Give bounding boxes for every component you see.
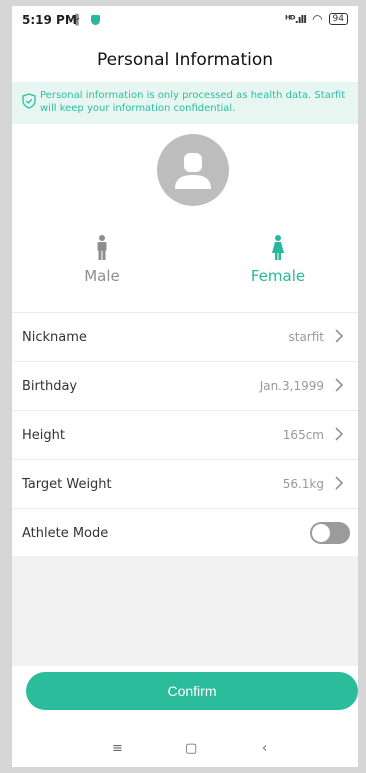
- chevron-right-icon: [335, 427, 344, 441]
- shield-check-icon: [22, 93, 36, 109]
- target-weight-value: 56.1kg: [282, 477, 324, 491]
- athlete-mode-row: Athlete Mode: [12, 508, 358, 557]
- frame-border-right: [358, 0, 366, 773]
- system-nav-bar: ≡ ▢ ‹: [12, 734, 358, 764]
- female-label: Female: [250, 267, 306, 285]
- app-screen: 5:19 PM ∦ ᴴᴰ.ıll ◠ 94 Personal Informati…: [12, 6, 358, 767]
- height-row[interactable]: Height 165cm: [12, 410, 358, 459]
- frame-border-bottom: [0, 767, 366, 773]
- battery-icon: 94: [328, 13, 348, 25]
- athlete-mode-toggle[interactable]: [310, 522, 350, 544]
- menu-icon[interactable]: ≡: [112, 741, 123, 756]
- female-icon: [272, 235, 284, 260]
- status-bar: 5:19 PM ∦ ᴴᴰ.ıll ◠ 94: [12, 6, 358, 36]
- birthday-value: Jan.3,1999: [259, 379, 324, 393]
- person-icon: [175, 153, 211, 189]
- chevron-right-icon: [335, 329, 344, 343]
- chevron-right-icon: [335, 476, 344, 490]
- male-icon: [97, 235, 107, 260]
- height-label: Height: [22, 427, 65, 443]
- shield-icon: [91, 15, 100, 25]
- back-icon[interactable]: ‹: [262, 741, 267, 756]
- target-weight-label: Target Weight: [22, 476, 112, 492]
- profile-fields: Nickname starfit Birthday Jan.3,1999 Hei…: [12, 312, 358, 557]
- device-frame: 5:19 PM ∦ ᴴᴰ.ıll ◠ 94 Personal Informati…: [0, 0, 366, 773]
- target-weight-row[interactable]: Target Weight 56.1kg: [12, 459, 358, 508]
- nickname-value: starfit: [288, 330, 324, 344]
- page-title: Personal Information: [96, 50, 274, 70]
- home-icon[interactable]: ▢: [185, 741, 197, 756]
- gender-female-option[interactable]: Female: [218, 235, 338, 285]
- privacy-notice: Personal information is only processed a…: [12, 82, 358, 124]
- frame-border-left: [0, 0, 12, 773]
- bluetooth-icon: ∦: [74, 12, 80, 26]
- male-label: Male: [84, 267, 120, 285]
- status-indicators: ᴴᴰ.ıll ◠ 94: [285, 12, 348, 26]
- avatar[interactable]: [157, 134, 229, 206]
- gender-male-option[interactable]: Male: [42, 235, 162, 285]
- birthday-row[interactable]: Birthday Jan.3,1999: [12, 361, 358, 410]
- wifi-icon: ◠: [312, 12, 323, 26]
- status-time: 5:19 PM: [22, 13, 77, 27]
- empty-area: [12, 556, 358, 666]
- nickname-row[interactable]: Nickname starfit: [12, 312, 358, 361]
- nickname-label: Nickname: [22, 329, 87, 345]
- privacy-notice-text: Personal information is only processed a…: [40, 90, 346, 114]
- chevron-right-icon: [335, 378, 344, 392]
- height-value: 165cm: [282, 428, 324, 442]
- birthday-label: Birthday: [22, 378, 78, 394]
- athlete-mode-label: Athlete Mode: [22, 525, 109, 541]
- confirm-button[interactable]: Confirm: [26, 672, 358, 710]
- signal-icon: ᴴᴰ.ıll: [285, 12, 307, 26]
